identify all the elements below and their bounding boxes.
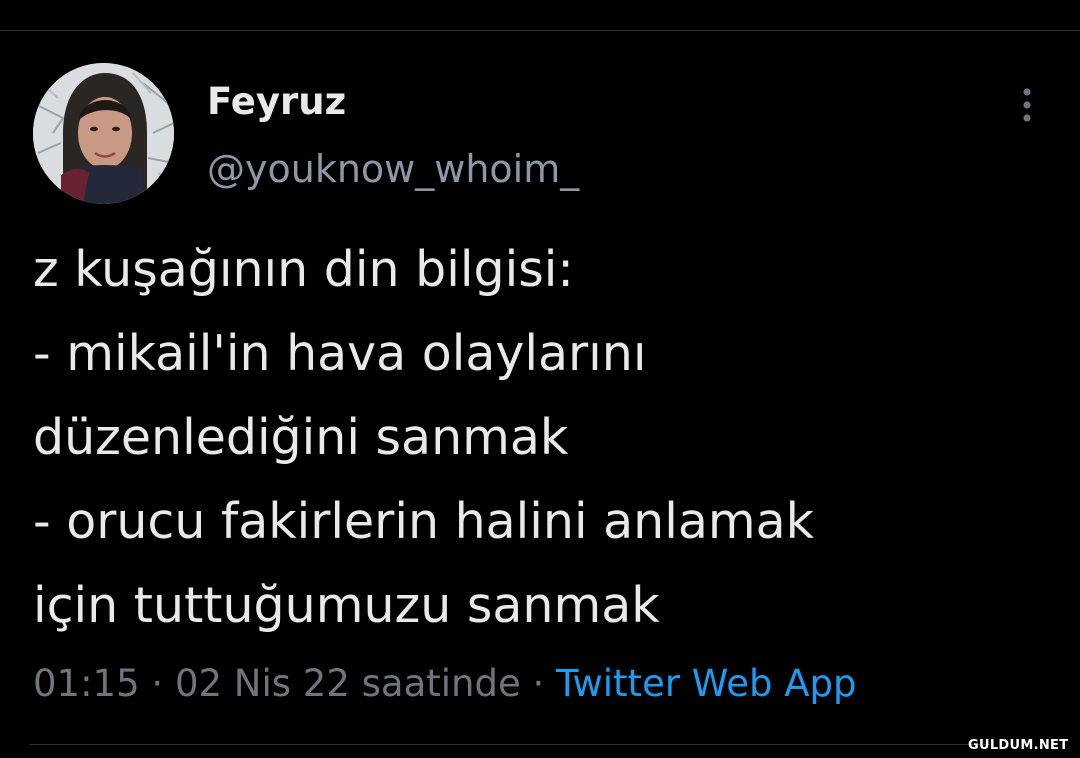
meta-separator: · [520, 662, 557, 705]
more-vertical-icon[interactable] [1010, 86, 1044, 126]
top-divider [0, 30, 1080, 31]
tweet-line: - mikail'in hava olaylarını [33, 325, 647, 382]
watermark: GULDUM.NET [968, 738, 1069, 753]
tweet-meta: 01:15 · 02 Nis 22 saatinde · Twitter Web… [33, 662, 857, 705]
meta-separator: · [139, 662, 175, 705]
tweet-text: z kuşağının din bilgisi: - mikail'in hav… [33, 228, 1033, 648]
tweet-line: düzenlediğini sanmak [33, 409, 569, 466]
tweet-line: - orucu fakirlerin halini anlamak [33, 493, 814, 550]
author-handle[interactable]: @youknow_whoim_ [207, 147, 579, 191]
tweet-time[interactable]: 01:15 [33, 662, 140, 705]
author-display-name[interactable]: Feyruz [207, 80, 346, 123]
avatar-photo [33, 63, 174, 204]
bottom-divider [30, 744, 990, 745]
author-avatar[interactable] [33, 63, 174, 204]
tweet-line: z kuşağının din bilgisi: [33, 241, 574, 298]
tweet-source-link[interactable]: Twitter Web App [556, 662, 856, 705]
tweet-line: için tuttuğumuzu sanmak [33, 577, 660, 634]
tweet-date[interactable]: 02 Nis 22 saatinde [175, 662, 521, 705]
